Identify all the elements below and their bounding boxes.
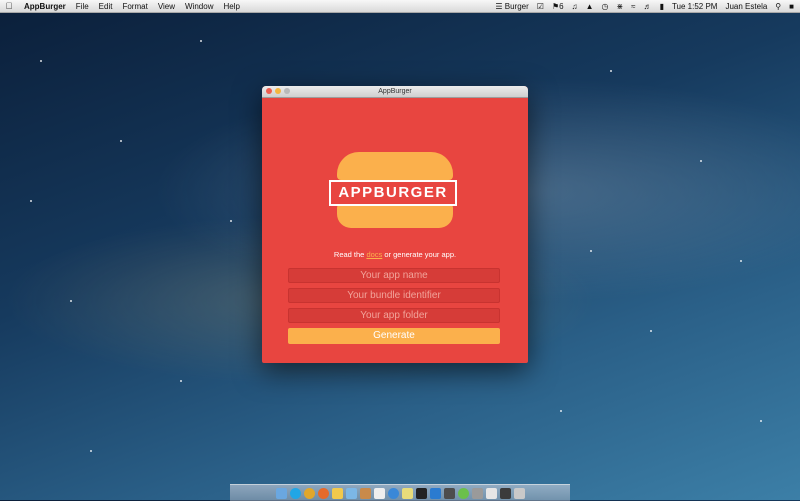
burger-icon: ☰ (495, 1, 503, 11)
status-area: ☰ Burger ☑ ⚑6 ♫ ▲ ◷ ⋇ ≈ ♬ ▮ Tue 1:52 PM … (495, 0, 794, 12)
skype-icon[interactable] (289, 487, 301, 499)
menu-bar:  AppBurger File Edit Format View Window… (0, 0, 800, 13)
firefox-icon[interactable] (317, 487, 329, 499)
menu-view[interactable]: View (158, 2, 175, 11)
calendar-icon[interactable] (373, 487, 385, 499)
intro-after: or generate your app. (382, 250, 457, 259)
finder-window-icon[interactable] (499, 487, 511, 499)
appburger-window: AppBurger APPBURGER Read the docs or gen… (262, 86, 528, 363)
dock (230, 484, 570, 501)
sublime-icon[interactable] (443, 487, 455, 499)
notes-icon[interactable] (401, 487, 413, 499)
preferences-icon[interactable] (471, 487, 483, 499)
user-name[interactable]: Juan Estela (725, 2, 767, 11)
menu-edit[interactable]: Edit (99, 2, 113, 11)
window-titlebar[interactable]: AppBurger (262, 86, 528, 98)
menu-file[interactable]: File (76, 2, 89, 11)
app-icon[interactable] (429, 487, 441, 499)
battery-icon[interactable]: ▮ (660, 2, 664, 11)
menu-help[interactable]: Help (223, 2, 239, 11)
time-machine-icon[interactable]: ◷ (601, 2, 608, 11)
apple-icon[interactable]:  (0, 1, 18, 11)
bundle-identifier-field[interactable]: Your bundle identifier (288, 288, 500, 303)
checklist-icon[interactable]: ☑ (537, 2, 544, 11)
menu-format[interactable]: Format (122, 2, 147, 11)
zoom-button[interactable] (284, 88, 290, 94)
trash-icon[interactable] (513, 487, 525, 499)
burger-status-label: Burger (504, 1, 529, 11)
menu-app-name[interactable]: AppBurger (24, 2, 66, 11)
volume-icon[interactable]: ♬ (644, 2, 652, 11)
chrome-icon[interactable] (303, 487, 315, 499)
terminal-icon[interactable] (415, 487, 427, 499)
app-folder-field[interactable]: Your app folder (288, 308, 500, 323)
photos-icon[interactable] (359, 487, 371, 499)
notifications-item[interactable]: ⚑6 (552, 2, 564, 11)
adium-icon[interactable] (331, 487, 343, 499)
burger-bottom-bun (337, 204, 453, 228)
intro-before: Read the (333, 250, 367, 259)
appburger-logo: APPBURGER (329, 152, 457, 228)
activity-icon[interactable] (485, 487, 497, 499)
app-name-field[interactable]: Your app name (288, 268, 500, 283)
generate-button[interactable]: Generate (288, 328, 500, 344)
burger-status-item[interactable]: ☰ Burger (495, 2, 528, 11)
window-title: AppBurger (378, 88, 412, 95)
logo-text: APPBURGER (329, 180, 457, 206)
bell-icon[interactable]: ♫ (572, 2, 578, 11)
safari-icon[interactable] (387, 487, 399, 499)
itunes-icon[interactable] (457, 487, 469, 499)
close-button[interactable] (266, 88, 272, 94)
minimize-button[interactable] (275, 88, 281, 94)
notifications-count: 6 (559, 1, 564, 11)
wifi-icon[interactable]: ≈ (631, 2, 635, 11)
upload-icon[interactable]: ▲ (586, 2, 594, 11)
search-icon[interactable]: ⚲ (775, 2, 781, 11)
notification-center-icon[interactable]: ■ (789, 2, 794, 11)
docs-link[interactable]: docs (366, 250, 382, 259)
bluetooth-icon[interactable]: ⋇ (616, 2, 623, 11)
burger-top-bun (337, 152, 453, 180)
folder-icon[interactable] (345, 487, 357, 499)
traffic-lights (266, 88, 290, 94)
clock[interactable]: Tue 1:52 PM (672, 2, 718, 11)
intro-text: Read the docs or generate your app. (262, 250, 528, 259)
finder-icon[interactable] (275, 487, 287, 499)
menu-window[interactable]: Window (185, 2, 213, 11)
